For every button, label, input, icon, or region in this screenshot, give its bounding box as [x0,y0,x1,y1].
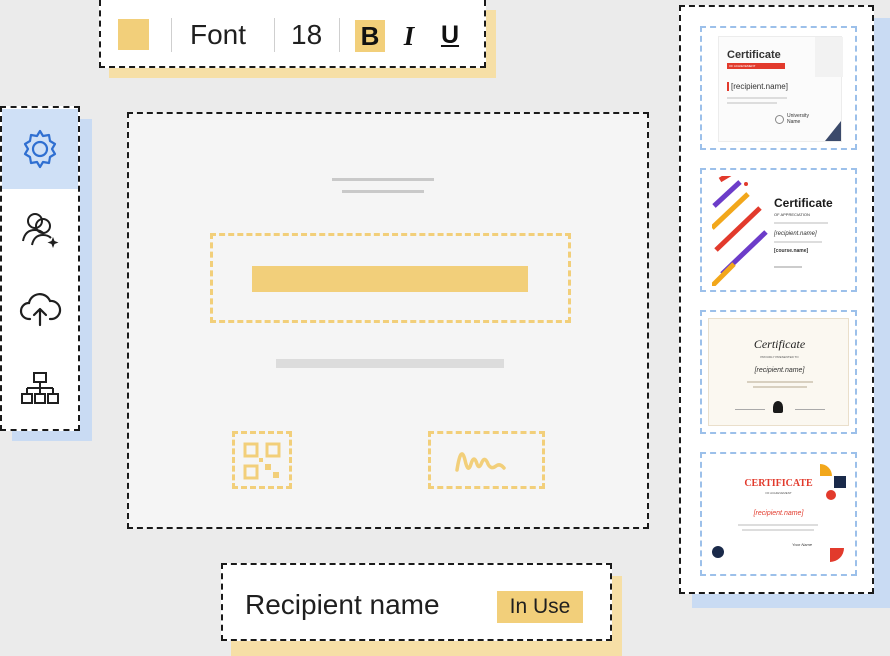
cert-shape-decoration [834,476,846,488]
description-line [276,359,504,368]
cert-preview: Certificate PROUDLY PRESENTED TO [recipi… [708,318,849,426]
cert-shape-decoration [830,548,844,562]
cert-recipient-field: [recipient.name] [727,82,788,91]
cert-text-line [738,524,818,526]
title-line [332,178,434,181]
sidebar-item-workflow[interactable] [2,349,78,429]
template-thumb-2[interactable]: Certificate OF APPRECIATION [recipient.n… [700,168,857,292]
sidebar-item-upload[interactable] [2,269,78,349]
cert-shape-decoration [820,464,832,476]
status-badge: In Use [497,591,583,623]
signature-placeholder[interactable] [428,431,545,489]
italic-button[interactable]: I [398,20,420,52]
cert-preview: CERTIFICATE OF ACHIEVEMENT [recipient.na… [708,460,849,568]
cert-text-line [742,529,814,531]
cert-title: Certificate [727,49,781,61]
cert-course-field: [course.name] [774,248,809,254]
recipient-field-label: Recipient name [245,589,440,620]
cert-text-line [774,222,828,224]
qr-code-icon [243,442,281,480]
template-thumb-4[interactable]: CERTIFICATE OF ACHIEVEMENT [recipient.na… [700,452,857,576]
toolbar-divider [274,18,275,52]
cert-recipient-field: [recipient.name] [774,231,817,237]
gear-icon [23,129,57,169]
font-family-select[interactable]: Font [190,18,246,52]
cert-corner-decoration [825,121,841,141]
cert-preview: Certificate OF APPRECIATION [recipient.n… [712,176,848,286]
signature-line [795,409,825,410]
cert-signer: Your Name [792,542,813,547]
cert-text-line [774,266,802,268]
cert-title: Certificate [774,196,833,210]
cert-org: University Name [787,113,809,125]
cert-text-line [727,97,787,99]
cert-recipient-field: [recipient.name] [754,367,805,374]
signature-icon [455,452,506,472]
recipient-name-placeholder[interactable] [210,233,571,323]
font-size-select[interactable]: 18 [291,18,322,52]
cert-recipient-field: [recipient.name] [753,510,804,517]
cert-preview: Certificate OF ACHIEVEMENT [recipient.na… [718,36,843,142]
cert-shape-decoration [826,490,836,500]
qr-code-placeholder[interactable] [232,431,292,489]
cloud-upload-icon [19,293,62,327]
cert-title: Certificate [753,337,806,351]
underline-button[interactable]: U [437,20,463,52]
template-panel: Certificate OF ACHIEVEMENT [recipient.na… [679,5,874,594]
cert-shape-decoration [712,546,724,558]
users-sparkle-icon [22,213,59,248]
cert-text-line [774,241,822,243]
tool-sidebar [0,106,80,431]
bold-button[interactable]: B [355,20,385,52]
cert-text-line [753,386,807,388]
seal-icon [773,401,783,413]
text-format-toolbar: Font 18 B I U [99,0,486,68]
cert-subtitle: OF APPRECIATION [774,212,810,217]
signature-line [735,409,765,410]
cert-subtitle: PROUDLY PRESENTED TO [760,355,799,359]
toolbar-divider [339,18,340,52]
cert-text-line [727,102,777,104]
color-swatch-button[interactable] [118,19,149,50]
subtitle-line [342,190,424,193]
cert-title: CERTIFICATE [744,478,813,489]
toolbar-divider [171,18,172,52]
sidebar-item-settings[interactable] [2,109,78,189]
template-thumb-1[interactable]: Certificate OF ACHIEVEMENT [recipient.na… [700,26,857,150]
cert-text-line [747,381,813,383]
cert-subtitle: OF ACHIEVEMENT [729,64,756,68]
recipient-field-bar[interactable]: Recipient name In Use [221,563,612,641]
sitemap-icon [21,372,59,404]
sidebar-item-recipients[interactable] [2,189,78,269]
certificate-canvas[interactable] [127,112,649,529]
cert-stripe-decoration [712,176,768,286]
template-thumb-3[interactable]: Certificate PROUDLY PRESENTED TO [recipi… [700,310,857,434]
cert-corner-decoration [815,37,843,77]
recipient-name-highlight [252,266,528,292]
seal-icon [775,115,784,124]
